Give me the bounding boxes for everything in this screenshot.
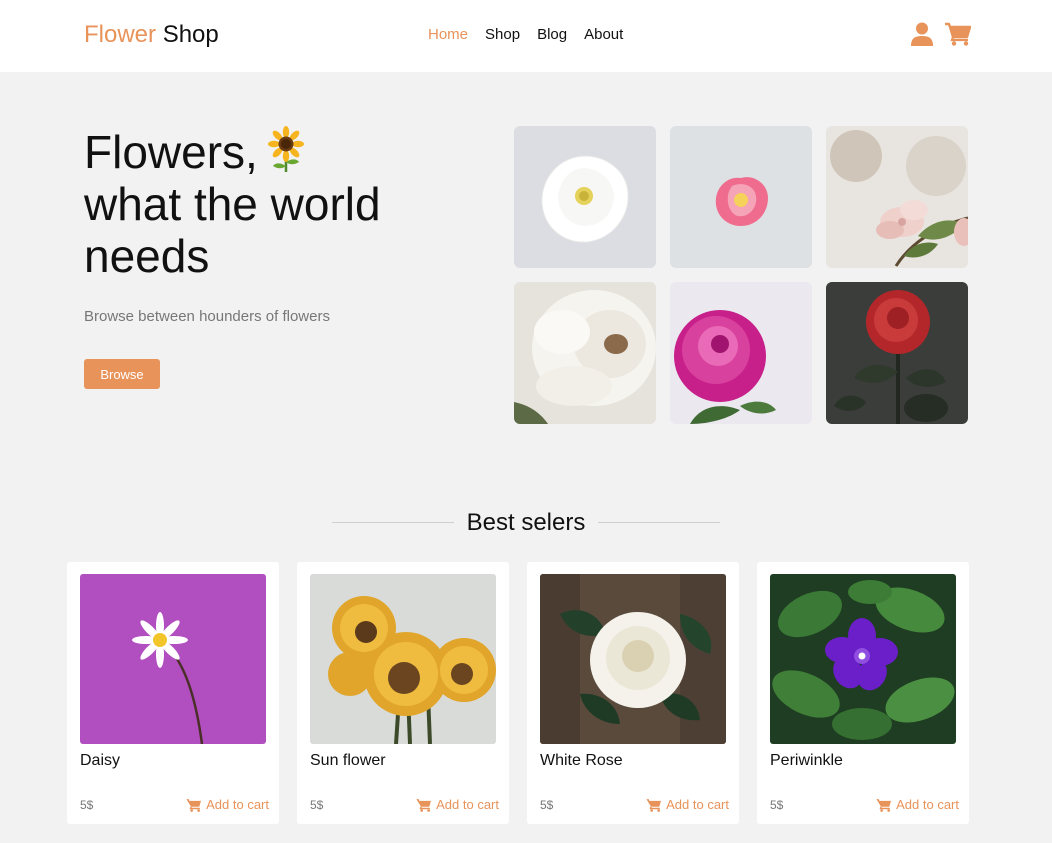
sunflower-emoji-icon — [267, 126, 304, 172]
nav-about[interactable]: About — [584, 26, 623, 44]
gallery-pink-flower — [670, 126, 812, 268]
product-image-sunflower[interactable] — [310, 574, 496, 744]
gallery-blossom-branch — [826, 126, 968, 268]
product-card-daisy[interactable]: Daisy 5$ Add to cart — [67, 562, 279, 824]
add-to-cart-label: Add to cart — [436, 797, 499, 812]
gallery-white-rose — [514, 126, 656, 268]
product-card-sunflower[interactable]: Sun flower 5$ Add to cart — [297, 562, 509, 824]
product-image-periwinkle[interactable] — [770, 574, 956, 744]
cart-icon — [186, 798, 202, 812]
product-price: 5$ — [770, 798, 784, 812]
product-card-periwinkle[interactable]: Periwinkle 5$ Add to cart — [757, 562, 969, 824]
main-nav: Home Shop Blog About — [428, 26, 623, 44]
nav-shop[interactable]: Shop — [485, 26, 520, 44]
cart-icon — [646, 798, 662, 812]
hero-title-line-3: needs — [84, 230, 210, 282]
cart-icon — [416, 798, 432, 812]
add-to-cart-button[interactable]: Add to cart — [186, 797, 269, 812]
logo-word-shop: Shop — [162, 21, 219, 48]
heading-divider-right — [598, 522, 720, 523]
best-sellers-title: Best selers — [466, 509, 586, 536]
user-icon[interactable] — [911, 22, 933, 46]
hero-title: Flowers, what the world needs — [84, 126, 444, 282]
gallery-magenta-peony — [670, 282, 812, 424]
add-to-cart-label: Add to cart — [666, 797, 729, 812]
nav-blog[interactable]: Blog — [537, 26, 567, 44]
product-price: 5$ — [540, 798, 554, 812]
product-image-white-rose[interactable] — [540, 574, 726, 744]
browse-button[interactable]: Browse — [84, 359, 160, 389]
product-price: 5$ — [310, 798, 324, 812]
hero-title-line-1: Flowers, — [84, 126, 258, 178]
product-image-daisy[interactable] — [80, 574, 266, 744]
product-name: Daisy — [80, 752, 121, 769]
site-logo[interactable]: Flower Shop — [84, 21, 219, 49]
product-name: White Rose — [540, 752, 623, 769]
add-to-cart-button[interactable]: Add to cart — [876, 797, 959, 812]
add-to-cart-label: Add to cart — [896, 797, 959, 812]
product-card-white-rose[interactable]: White Rose 5$ Add to cart — [527, 562, 739, 824]
best-sellers-heading: Best selers — [332, 508, 720, 538]
add-to-cart-button[interactable]: Add to cart — [416, 797, 499, 812]
site-header: Flower Shop Home Shop Blog About — [0, 0, 1052, 72]
cart-icon — [876, 798, 892, 812]
gallery-white-peony — [514, 282, 656, 424]
hero-subtitle: Browse between hounders of flowers — [84, 308, 330, 325]
product-price: 5$ — [80, 798, 94, 812]
cart-icon[interactable] — [945, 22, 971, 46]
nav-home[interactable]: Home — [428, 26, 468, 44]
hero-title-line-2: what the world — [84, 178, 381, 230]
add-to-cart-label: Add to cart — [206, 797, 269, 812]
add-to-cart-button[interactable]: Add to cart — [646, 797, 729, 812]
product-name: Periwinkle — [770, 752, 843, 769]
logo-word-flower: Flower — [84, 21, 157, 48]
product-name: Sun flower — [310, 752, 386, 769]
gallery-red-rose — [826, 282, 968, 424]
